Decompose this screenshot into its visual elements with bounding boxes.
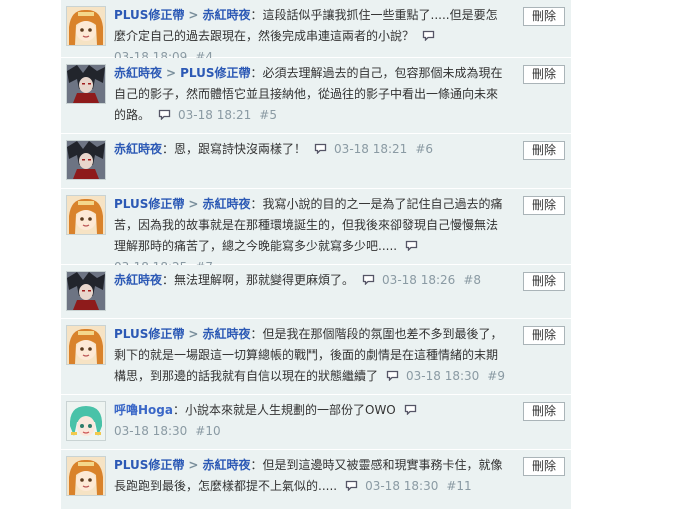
floor-number: #9 [487,369,505,383]
floor-number: #10 [195,424,221,438]
comment-body: 赤紅時夜：無法理解啊，那就變得更麻煩了。 03-18 18:26 #8 [114,270,509,291]
author-link[interactable]: PLUS修正帶 [114,197,184,211]
author-link[interactable]: PLUS修正帶 [114,8,184,22]
comment-time: 03-18 18:21 [178,108,252,122]
comment-body: 赤紅時夜：恩，跟寫詩快沒兩樣了！ 03-18 18:21 #6 [114,139,509,160]
comment-text: 小說本來就是人生規劃的一部份了OWO [185,403,396,417]
reply-arrow: > [166,66,177,80]
comment-item: 赤紅時夜：無法理解啊，那就變得更麻煩了。 03-18 18:26 #8 刪除 [61,265,571,319]
comment-body: PLUS修正帶 > 赤紅時夜：但是到這邊時又被靈感和現實事務卡住，就像長跑跑到最後，… [114,455,509,497]
floor-number: #5 [259,108,277,122]
avatar-chihong[interactable] [66,140,106,180]
target-link[interactable]: 赤紅時夜 [202,8,250,22]
delete-button[interactable]: 刪除 [523,196,565,215]
reply-icon[interactable] [386,370,399,381]
comment-text: 無法理解啊，那就變得更麻煩了。 [174,273,355,287]
reply-arrow: > [188,458,199,472]
delete-button[interactable]: 刪除 [523,65,565,84]
comment-item: PLUS修正帶 > 赤紅時夜：但是到這邊時又被靈感和現實事務卡住，就像長跑跑到最後，… [61,450,571,510]
author-link[interactable]: PLUS修正帶 [114,327,184,341]
reply-icon[interactable] [405,240,418,251]
avatar-hoga[interactable] [66,401,106,441]
reply-icon[interactable] [158,109,171,120]
avatar-plus[interactable] [66,456,106,496]
comment-time: 03-18 18:30 [406,369,480,383]
avatar-plus[interactable] [66,325,106,365]
reply-arrow: > [188,327,199,341]
avatar-plus[interactable] [66,195,106,235]
comment-item: PLUS修正帶 > 赤紅時夜：這段話似乎讓我抓住一些重點了.....但是要怎麼介定自… [61,0,571,64]
reply-icon[interactable] [314,143,327,154]
reply-icon[interactable] [362,274,375,285]
target-link[interactable]: 赤紅時夜 [202,458,250,472]
delete-button[interactable]: 刪除 [523,141,565,160]
comment-item: PLUS修正帶 > 赤紅時夜：我寫小說的目的之一是為了記住自己過去的痛苦，因為我的故… [61,189,571,274]
avatar-plus[interactable] [66,6,106,46]
colon: ： [250,197,263,211]
author-link[interactable]: 赤紅時夜 [114,142,162,156]
comment-time: 03-18 18:26 [382,273,456,287]
comment-item: 赤紅時夜 > PLUS修正帶：必須去理解過去的自己，包容那個未成為現在自己的影子，然… [61,58,571,134]
floor-number: #6 [415,142,434,156]
colon: ： [250,8,263,22]
avatar-chihong[interactable] [66,271,106,311]
reply-icon[interactable] [345,480,358,491]
author-link[interactable]: 赤紅時夜 [114,66,162,80]
comment-list: PLUS修正帶 > 赤紅時夜：這段話似乎讓我抓住一些重點了.....但是要怎麼介定自… [61,0,571,510]
delete-button[interactable]: 刪除 [523,402,565,421]
colon: ： [162,273,175,287]
author-link[interactable]: PLUS修正帶 [114,458,184,472]
author-link[interactable]: 呼嚕Hoga [114,403,173,417]
target-link[interactable]: 赤紅時夜 [202,197,250,211]
colon: ： [250,327,263,341]
comment-body: 呼嚕Hoga：小說本來就是人生規劃的一部份了OWO 03-18 18:30 #10 [114,400,509,442]
reply-arrow: > [188,197,199,211]
comment-text: 恩，跟寫詩快沒兩樣了！ [174,142,307,156]
author-link[interactable]: 赤紅時夜 [114,273,162,287]
comment-time: 03-18 18:30 [365,479,439,493]
comment-body: PLUS修正帶 > 赤紅時夜：但是我在那個階段的氛圍也差不多到最後了，剩下的就是一場… [114,324,509,387]
avatar-chihong[interactable] [66,64,106,104]
comment-item: 呼嚕Hoga：小說本來就是人生規劃的一部份了OWO03-18 18:30 #10 … [61,395,571,450]
delete-button[interactable]: 刪除 [523,272,565,291]
floor-number: #11 [446,479,472,493]
colon: ： [250,66,263,80]
delete-button[interactable]: 刪除 [523,326,565,345]
comment-time: 03-18 18:21 [334,142,408,156]
colon: ： [172,403,185,417]
reply-arrow: > [188,8,199,22]
colon: ： [162,142,175,156]
comment-body: 赤紅時夜 > PLUS修正帶：必須去理解過去的自己，包容那個未成為現在自己的影子，然… [114,63,509,126]
target-link[interactable]: PLUS修正帶 [180,66,250,80]
target-link[interactable]: 赤紅時夜 [202,327,250,341]
reply-icon[interactable] [422,30,435,41]
comment-time: 03-18 18:30 [114,424,188,438]
reply-icon[interactable] [404,404,417,415]
comment-item: 赤紅時夜：恩，跟寫詩快沒兩樣了！ 03-18 18:21 #6 刪除 [61,134,571,189]
colon: ： [250,458,263,472]
comment-item: PLUS修正帶 > 赤紅時夜：但是我在那個階段的氛圍也差不多到最後了，剩下的就是一場… [61,319,571,395]
delete-button[interactable]: 刪除 [523,457,565,476]
delete-button[interactable]: 刪除 [523,7,565,26]
floor-number: #8 [463,273,482,287]
